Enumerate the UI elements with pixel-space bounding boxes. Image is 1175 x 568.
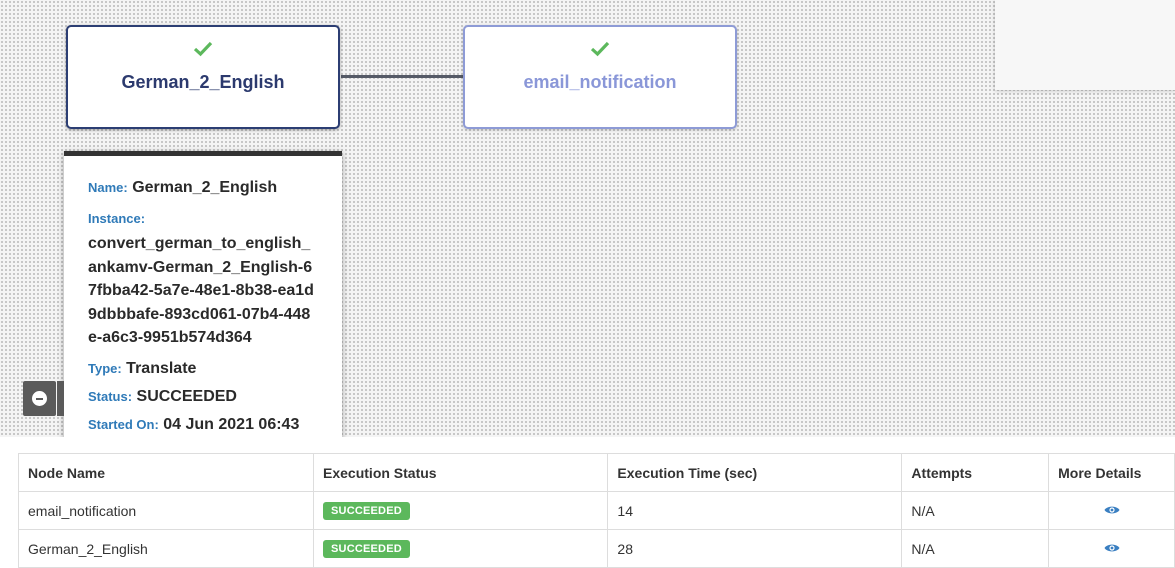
cell-node-name: email_notification bbox=[17, 491, 315, 530]
instance-value: convert_german_to_english_ankamv-German_… bbox=[88, 235, 314, 346]
cell-status: SUCCEEDED bbox=[313, 491, 609, 530]
cell-attempts: N/A bbox=[901, 529, 1050, 568]
cell-status: SUCCEEDED bbox=[313, 529, 609, 568]
edge-connector bbox=[341, 75, 463, 78]
node-label: email_notification bbox=[523, 72, 677, 92]
check-icon bbox=[68, 41, 338, 62]
instance-key: Instance: bbox=[88, 211, 146, 226]
view-details-button[interactable] bbox=[1048, 529, 1175, 568]
status-badge: SUCCEEDED bbox=[323, 502, 410, 520]
started-value: 04 Jun 2021 06:43 bbox=[163, 415, 300, 433]
eye-icon bbox=[1104, 506, 1120, 513]
type-key: Type: bbox=[88, 360, 122, 376]
workflow-canvas[interactable]: German_2_English email_notification Name… bbox=[0, 0, 1175, 437]
col-attempts: Attempts bbox=[901, 453, 1050, 492]
table-row: email_notification SUCCEEDED 14 N/A bbox=[17, 491, 1175, 530]
col-node-name: Node Name bbox=[17, 453, 315, 492]
cell-time: 14 bbox=[607, 491, 903, 530]
execution-table: Node Name Execution Status Execution Tim… bbox=[17, 453, 1175, 568]
name-value: German_2_English bbox=[132, 179, 278, 196]
col-execution-status: Execution Status bbox=[313, 453, 609, 492]
cell-time: 28 bbox=[607, 529, 903, 568]
node-email-notification[interactable]: email_notification bbox=[463, 25, 737, 129]
status-badge: SUCCEEDED bbox=[323, 540, 410, 558]
view-details-button[interactable] bbox=[1048, 491, 1175, 530]
status-key: Status: bbox=[88, 388, 133, 404]
started-key: Started On: bbox=[88, 416, 159, 432]
table-row: German_2_English SUCCEEDED 28 N/A bbox=[17, 529, 1175, 568]
name-key: Name: bbox=[88, 180, 128, 195]
type-value: Translate bbox=[126, 359, 197, 377]
zoom-control-edge[interactable] bbox=[57, 381, 64, 416]
cell-node-name: German_2_English bbox=[17, 529, 315, 568]
col-execution-time: Execution Time (sec) bbox=[607, 453, 903, 492]
node-info-card: Name: German_2_English Instance: convert… bbox=[64, 151, 342, 437]
node-german-2-english[interactable]: German_2_English bbox=[66, 25, 340, 129]
node-label: German_2_English bbox=[121, 72, 285, 92]
eye-icon bbox=[1104, 544, 1120, 551]
minus-circle-icon bbox=[32, 391, 47, 406]
status-value: SUCCEEDED bbox=[136, 387, 237, 405]
side-panel bbox=[995, 0, 1175, 90]
table-header-row: Node Name Execution Status Execution Tim… bbox=[17, 453, 1175, 492]
check-icon bbox=[465, 41, 735, 62]
cell-attempts: N/A bbox=[901, 491, 1050, 530]
col-more-details: More Details bbox=[1048, 453, 1175, 492]
zoom-out-button[interactable] bbox=[23, 381, 56, 416]
